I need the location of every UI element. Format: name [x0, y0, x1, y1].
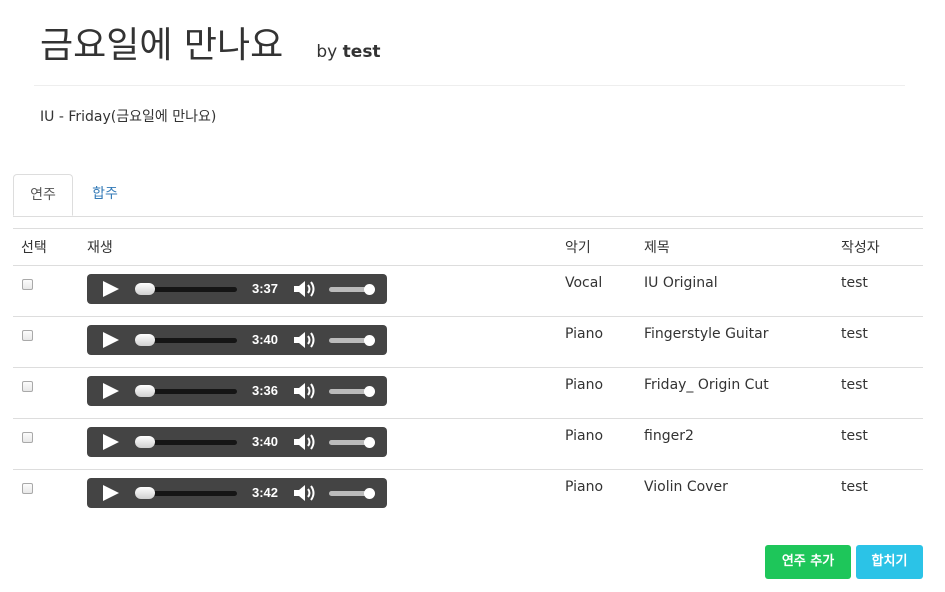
seek-bar[interactable] — [135, 385, 237, 397]
instrument-cell: Vocal — [557, 265, 636, 317]
play-icon[interactable] — [103, 434, 119, 450]
seek-handle[interactable] — [135, 487, 155, 499]
volume-handle[interactable] — [364, 335, 375, 346]
row-select-checkbox[interactable] — [22, 381, 33, 392]
audio-player: 3:37 — [87, 274, 387, 304]
player-cell: 3:40 — [79, 316, 557, 368]
volume-icon[interactable] — [293, 484, 319, 502]
byline: by test — [316, 42, 380, 62]
seek-bar[interactable] — [135, 436, 237, 448]
add-performance-button[interactable]: 연주 추가 — [765, 545, 851, 579]
col-header-play: 재생 — [79, 228, 557, 266]
play-icon[interactable] — [103, 485, 119, 501]
select-cell — [13, 265, 79, 317]
title-cell: Fingerstyle Guitar — [636, 316, 833, 368]
author-cell: test — [841, 479, 868, 495]
duration-label: 3:37 — [252, 281, 279, 296]
header-divider — [34, 85, 905, 86]
volume-slider[interactable] — [329, 284, 375, 295]
title-cell: IU Original — [636, 265, 833, 317]
table-row: 3:40 Piano Fingerstyle Guitar test — [13, 316, 923, 368]
tab-bar: 연주 합주 — [13, 174, 923, 217]
title-cell: Friday_ Origin Cut — [636, 367, 833, 419]
row-select-checkbox[interactable] — [22, 432, 33, 443]
select-cell — [13, 316, 79, 368]
seek-handle[interactable] — [135, 283, 155, 295]
audio-player: 3:40 — [87, 325, 387, 355]
volume-icon[interactable] — [293, 331, 319, 349]
player-cell: 3:37 — [79, 265, 557, 317]
page: 금요일에 만나요 by test IU - Friday(금요일에 만나요) 연… — [0, 0, 945, 592]
table-row: 3:36 Piano Friday_ Origin Cut test — [13, 367, 923, 419]
instrument-cell: Piano — [557, 367, 636, 419]
duration-label: 3:40 — [252, 434, 279, 449]
tab-ensemble[interactable]: 합주 — [77, 174, 133, 215]
seek-handle[interactable] — [135, 436, 155, 448]
play-icon[interactable] — [103, 281, 119, 297]
volume-handle[interactable] — [364, 437, 375, 448]
volume-handle[interactable] — [364, 488, 375, 499]
author-cell: test — [833, 265, 923, 317]
audio-player: 3:42 — [87, 478, 387, 508]
row-select-checkbox[interactable] — [22, 483, 33, 494]
player-cell: 3:40 — [79, 418, 557, 470]
duration-label: 3:36 — [252, 383, 279, 398]
song-description: IU - Friday(금요일에 만나요) — [40, 109, 217, 125]
tab-performance[interactable]: 연주 — [13, 174, 73, 216]
duration-label: 3:40 — [252, 332, 279, 347]
col-header-instrument: 악기 — [557, 228, 636, 266]
instrument-cell: Piano — [557, 418, 636, 470]
seek-bar[interactable] — [135, 334, 237, 346]
performance-table: 선택 재생 악기 제목 작성자 3:37 Vocal IU Original test… — [13, 228, 923, 521]
select-cell — [13, 470, 79, 521]
volume-slider[interactable] — [329, 437, 375, 448]
byline-author: test — [342, 42, 381, 62]
author-cell: test — [833, 367, 923, 419]
volume-slider[interactable] — [329, 488, 375, 499]
title-cell: Violin Cover — [644, 479, 728, 495]
seek-handle[interactable] — [135, 385, 155, 397]
author-cell: test — [833, 316, 923, 368]
player-cell: 3:36 — [79, 367, 557, 419]
play-icon[interactable] — [103, 383, 119, 399]
merge-button[interactable]: 합치기 — [856, 545, 923, 579]
row-select-checkbox[interactable] — [22, 279, 33, 290]
seek-bar[interactable] — [135, 283, 237, 295]
volume-icon[interactable] — [293, 280, 319, 298]
select-cell — [13, 418, 79, 470]
volume-icon[interactable] — [293, 433, 319, 451]
col-header-title: 제목 — [636, 228, 833, 266]
page-title: 금요일에 만나요 — [40, 25, 284, 66]
volume-slider[interactable] — [329, 335, 375, 346]
instrument-cell: Piano — [565, 479, 604, 495]
player-cell: 3:42 — [79, 470, 557, 521]
volume-icon[interactable] — [293, 382, 319, 400]
byline-prefix: by — [316, 42, 338, 62]
instrument-cell: Piano — [557, 316, 636, 368]
table-row: 3:37 Vocal IU Original test — [13, 265, 923, 317]
author-cell: test — [833, 418, 923, 470]
select-cell — [13, 367, 79, 419]
play-icon[interactable] — [103, 332, 119, 348]
page-header: 금요일에 만나요 by test — [40, 22, 905, 70]
volume-handle[interactable] — [364, 284, 375, 295]
table-header-row: 선택 재생 악기 제목 작성자 — [13, 228, 923, 266]
volume-handle[interactable] — [364, 386, 375, 397]
col-header-author: 작성자 — [833, 228, 923, 266]
seek-handle[interactable] — [135, 334, 155, 346]
title-cell: finger2 — [636, 418, 833, 470]
table-row: 3:40 Piano finger2 test — [13, 418, 923, 470]
row-select-checkbox[interactable] — [22, 330, 33, 341]
table-row: 3:42 Piano Violin Cover test — [13, 470, 923, 521]
duration-label: 3:42 — [252, 485, 279, 500]
col-header-select: 선택 — [13, 228, 79, 266]
audio-player: 3:40 — [87, 427, 387, 457]
seek-bar[interactable] — [135, 487, 237, 499]
volume-slider[interactable] — [329, 386, 375, 397]
audio-player: 3:36 — [87, 376, 387, 406]
